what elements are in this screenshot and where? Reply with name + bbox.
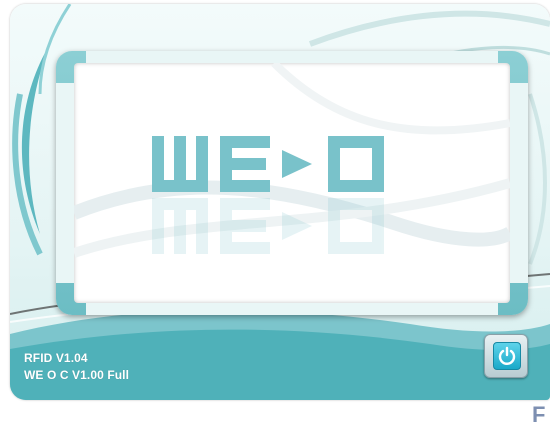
splash-screen: RFID V1.04 WE O C V1.00 Full: [10, 4, 550, 400]
power-icon: [493, 342, 521, 370]
rfid-version: RFID V1.04: [24, 351, 88, 365]
weo-logo: [152, 136, 384, 254]
weoc-version: WE O C V1.00 Full: [24, 368, 130, 382]
frame-gap-right: [510, 83, 528, 283]
power-button[interactable]: [484, 334, 528, 378]
frame-gap-top: [86, 51, 498, 63]
power-symbol: [498, 346, 516, 365]
frame-gap-left: [56, 83, 74, 283]
frame-gap-bottom: [86, 303, 498, 315]
corner-letter: F: [532, 402, 546, 427]
